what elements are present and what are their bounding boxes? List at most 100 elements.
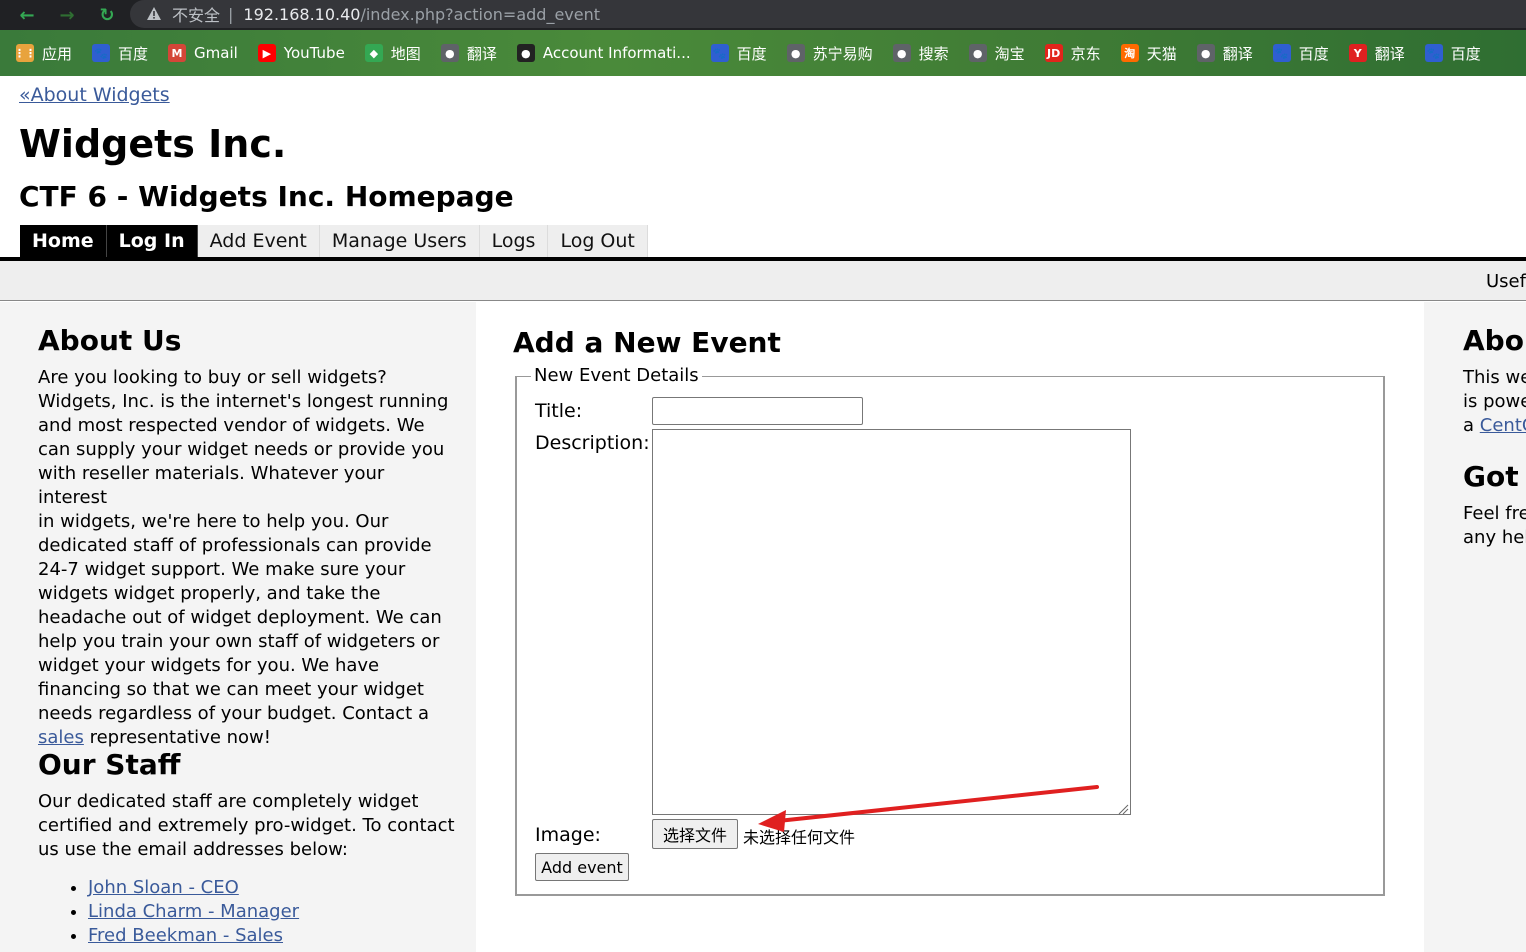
- add-event-heading: Add a New Event: [513, 326, 781, 359]
- baidu-icon: 🐾: [92, 44, 111, 62]
- bookmark-item[interactable]: ⋮⋮ 应用: [14, 43, 73, 64]
- list-item: Linda Charm - Manager: [88, 900, 299, 924]
- bookmark-item[interactable]: ● 搜索: [892, 43, 949, 64]
- bookmark-item[interactable]: 🐾 百度: [710, 43, 767, 64]
- main-nav: Home Log In Add Event Manage Users Logs …: [20, 225, 648, 257]
- staff-link-ceo[interactable]: John Sloan - CEO: [88, 877, 239, 898]
- about-line: widget your widgets for you. We have: [38, 655, 380, 676]
- site-subtitle: CTF 6 - Widgets Inc. Homepage: [19, 180, 514, 213]
- bookmark-item[interactable]: ● 翻译: [440, 43, 497, 64]
- staff-line: us use the email addresses below:: [38, 839, 348, 860]
- bookmark-item[interactable]: ● Account Informati...: [516, 44, 691, 62]
- description-textarea[interactable]: [652, 429, 1131, 815]
- bookmark-label: 天猫: [1146, 44, 1177, 63]
- bookmark-item[interactable]: Y 翻译: [1348, 43, 1405, 64]
- bookmark-item[interactable]: 🐾 百度: [92, 43, 148, 64]
- description-label: Description:: [535, 432, 650, 454]
- baidu-icon: 🐾: [1272, 44, 1291, 62]
- bookmark-label: 苏宁易购: [812, 44, 873, 63]
- about-line: widgets widget properly, and take the: [38, 583, 381, 604]
- tab-log-out[interactable]: Log Out: [548, 225, 648, 257]
- bookmark-label: 翻译: [1222, 44, 1253, 63]
- left-sidebar: About Us Are you looking to buy or sell …: [0, 302, 476, 952]
- about-line: Widgets, Inc. is the internet's longest …: [38, 391, 449, 412]
- about-text-right: This we is powe a CentC: [1463, 366, 1526, 438]
- right-sidebar: Abou This we is powe a CentC Got C Feel …: [1424, 302, 1526, 952]
- bookmark-item[interactable]: ● 淘宝: [968, 43, 1025, 64]
- globe-icon: ●: [786, 44, 805, 62]
- about-widgets-link[interactable]: «About Widgets: [19, 84, 170, 106]
- maps-icon: ◆: [364, 44, 383, 62]
- fieldset-legend: New Event Details: [531, 365, 702, 386]
- staff-line: Our dedicated staff are completely widge…: [38, 791, 419, 812]
- bookmark-item[interactable]: 🐾 百度: [1424, 43, 1481, 64]
- url-separator: |: [228, 4, 234, 24]
- image-label: Image:: [535, 824, 601, 846]
- bookmark-label: 百度: [1450, 44, 1481, 63]
- bookmark-item[interactable]: M Gmail: [168, 44, 238, 62]
- reload-icon[interactable]: ↻: [93, 1, 121, 29]
- title-input[interactable]: [652, 397, 863, 425]
- resize-grip-icon[interactable]: [1117, 800, 1129, 815]
- about-us-text: Are you looking to buy or sell widgets? W…: [38, 366, 458, 750]
- youdao-icon: Y: [1348, 44, 1367, 62]
- useful-links-label: Usefu: [1486, 271, 1526, 292]
- bookmark-item[interactable]: 🐾 百度: [1272, 43, 1329, 64]
- bookmark-label: 翻译: [466, 44, 497, 63]
- choose-file-button[interactable]: 选择文件: [652, 819, 738, 849]
- warning-triangle-icon: [146, 6, 162, 22]
- bookmark-label: 应用: [42, 44, 73, 63]
- bookmark-label: 百度: [1298, 44, 1329, 63]
- bookmark-item[interactable]: ▶ YouTube: [257, 44, 345, 62]
- url-path: /index.php?action=add_event: [360, 4, 601, 24]
- globe-icon: ●: [1196, 44, 1215, 62]
- globe-icon: ●: [968, 44, 987, 62]
- list-item: Fred Beekman - Sales: [88, 924, 299, 948]
- bookmark-label: Gmail: [194, 44, 238, 62]
- bookmark-item[interactable]: ● 翻译: [1196, 43, 1253, 64]
- apps-grid-icon: ⋮⋮: [14, 44, 36, 62]
- gmail-icon: M: [168, 44, 187, 62]
- tab-manage-users[interactable]: Manage Users: [319, 225, 480, 257]
- forward-arrow-icon[interactable]: →: [53, 1, 81, 29]
- baidu-icon: 🐾: [710, 44, 729, 62]
- bookmark-item[interactable]: ◆ 地图: [364, 43, 421, 64]
- bookmark-label: 搜索: [918, 44, 949, 63]
- got-heading-right: Got C: [1463, 460, 1526, 493]
- bookmark-item[interactable]: 淘天猫: [1120, 43, 1177, 64]
- sales-link[interactable]: sales: [38, 727, 84, 748]
- bookmark-item[interactable]: ● 苏宁易购: [786, 43, 873, 64]
- globe-icon: ●: [892, 44, 911, 62]
- back-arrow-icon[interactable]: ←: [13, 1, 41, 29]
- about-us-heading: About Us: [38, 324, 182, 357]
- staff-link-sales[interactable]: Fred Beekman - Sales: [88, 925, 283, 946]
- bookmark-label: YouTube: [283, 44, 345, 62]
- tab-home[interactable]: Home: [20, 225, 107, 257]
- url-field[interactable]: 不安全 | 192.168.10.40 /index.php?action=ad…: [130, 0, 1526, 28]
- tmall-icon: 淘: [1120, 44, 1139, 62]
- file-status-text: 未选择任何文件: [743, 828, 856, 847]
- about-line: headache out of widget deployment. We ca…: [38, 607, 442, 628]
- sales-tail: representative now!: [83, 727, 271, 748]
- tab-log-in[interactable]: Log In: [106, 225, 198, 257]
- staff-link-manager[interactable]: Linda Charm - Manager: [88, 901, 299, 922]
- our-staff-text: Our dedicated staff are completely widge…: [38, 790, 458, 862]
- tab-add-event[interactable]: Add Event: [197, 225, 320, 257]
- useful-links-bar: Usefu: [0, 261, 1526, 301]
- got-line: Feel fre: [1463, 503, 1526, 524]
- bookmarks-bar: ⋮⋮ 应用 🐾 百度 M Gmail ▶ YouTube ◆ 地图 ● 翻译 ● Account Info…: [0, 30, 1526, 76]
- about-line: needs regardless of your budget. Contact…: [38, 703, 429, 724]
- add-event-button[interactable]: Add event: [535, 853, 629, 881]
- about-prefix: a: [1463, 415, 1480, 436]
- about-line: in widgets, we're here to help you. Our: [38, 511, 389, 532]
- about-line: financing so that we can meet your widge…: [38, 679, 424, 700]
- centos-link[interactable]: CentC: [1480, 415, 1526, 436]
- bookmark-item[interactable]: JD 京东: [1044, 43, 1101, 64]
- about-line: help you train your own staff of widgete…: [38, 631, 440, 652]
- baidu-icon: 🐾: [1424, 44, 1443, 62]
- bookmark-label: 地图: [390, 44, 421, 63]
- bookmark-label: 淘宝: [994, 44, 1025, 63]
- list-item: John Sloan - CEO: [88, 876, 299, 900]
- tab-logs[interactable]: Logs: [479, 225, 549, 257]
- browser-address-bar: ← → ↻ 不安全 | 192.168.10.40 /index.php?act…: [0, 0, 1526, 30]
